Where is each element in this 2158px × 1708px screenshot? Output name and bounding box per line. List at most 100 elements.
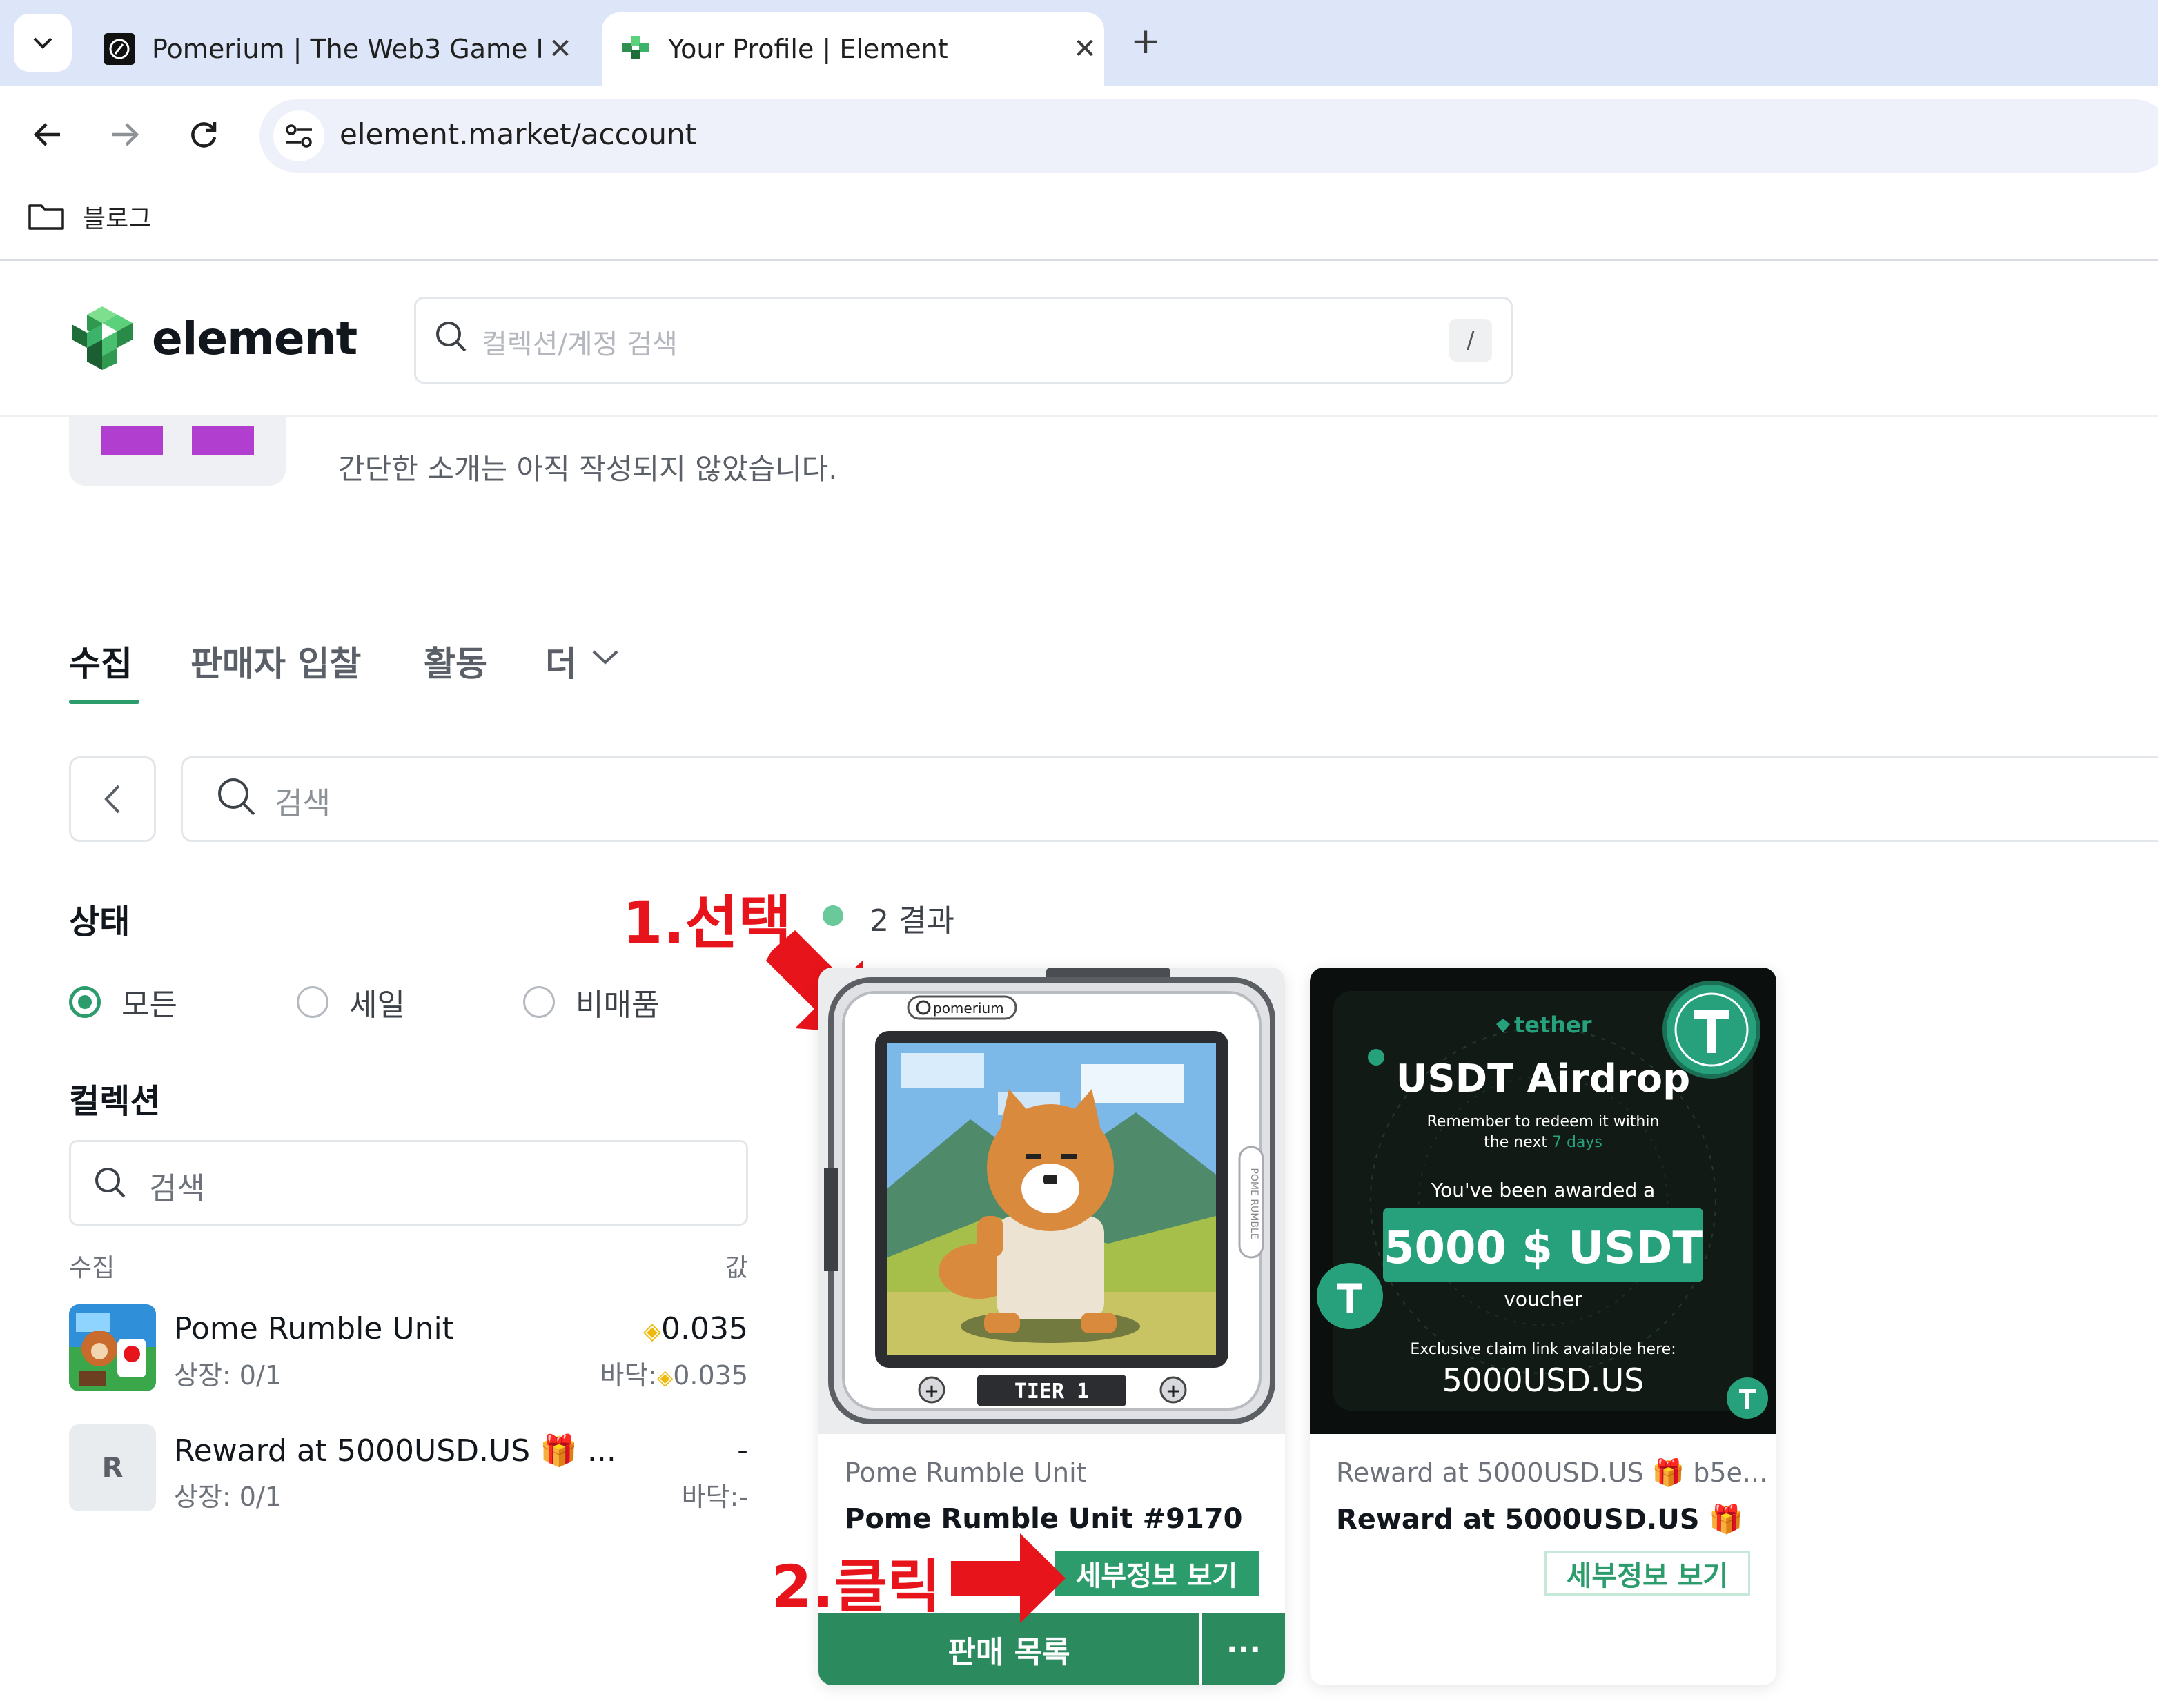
active-tab-indicator: [69, 700, 139, 704]
usdt-amount: 5000 $ USDT: [1384, 1223, 1703, 1274]
bookmark-folder-label: 블로그: [83, 205, 152, 233]
search-icon: [218, 778, 255, 816]
card-collection-name: Pome Rumble Unit: [845, 1457, 1087, 1488]
view-details-button[interactable]: 세부정보 보기: [1055, 1551, 1259, 1596]
element-favicon-icon: [622, 36, 649, 59]
reload-button[interactable]: [179, 110, 228, 159]
airdrop-line-1: Remember to redeem it within: [1427, 1113, 1660, 1130]
collection-thumbnail[interactable]: [69, 1304, 156, 1391]
collection-value: -: [737, 1433, 748, 1468]
bnb-icon: ◈: [643, 1317, 662, 1345]
pomerium-brand-text: pomerium: [933, 1000, 1004, 1017]
pomerium-favicon-icon: [104, 33, 135, 65]
chevron-down-icon[interactable]: [591, 647, 620, 667]
column-collected-label: 수집: [69, 1254, 115, 1282]
chevron-down-icon: [33, 37, 52, 49]
chevron-left-icon: [104, 785, 120, 814]
status-option-sale[interactable]: 세일: [297, 980, 405, 1024]
status-option-label: 세일: [349, 988, 405, 1023]
column-value-label: 값: [725, 1254, 748, 1282]
tier-label: TIER 1: [1014, 1380, 1089, 1404]
side-text: POME RUMBLE: [1248, 1168, 1259, 1239]
collection-name[interactable]: Reward at 5000USD.US 🎁 ...: [174, 1433, 616, 1469]
bnb-icon: ◈: [657, 1366, 674, 1390]
avatar-pixel: [192, 426, 254, 455]
tab-title: Pomerium | The Web3 Game F: [152, 34, 541, 64]
tune-icon: [286, 124, 312, 148]
tab-title: Your Profile | Element: [668, 34, 948, 64]
status-option-label: 모든: [121, 988, 177, 1023]
status-option-not-for-sale[interactable]: 비매품: [523, 980, 659, 1024]
svg-text:+: +: [1166, 1381, 1181, 1402]
nft-image[interactable]: tether USDT Airdrop Remember to redeem i…: [1310, 968, 1776, 1434]
airdrop-headline: USDT Airdrop: [1396, 1057, 1690, 1101]
site-settings-button[interactable]: [273, 110, 324, 161]
card-item-name: Reward at 5000USD.US 🎁: [1336, 1504, 1744, 1535]
tab-collected[interactable]: 수집: [69, 636, 133, 686]
annotation-step-2: 2.클릭: [772, 1553, 941, 1620]
reload-icon: [191, 122, 217, 148]
status-heading: 상태: [69, 903, 130, 941]
element-logo[interactable]: element: [68, 304, 357, 373]
collapse-filters-button[interactable]: [69, 756, 156, 842]
items-search-input[interactable]: [181, 756, 2158, 842]
profile-bio: 간단한 소개는 아직 작성되지 않았습니다.: [338, 452, 838, 486]
browser-tab-element[interactable]: Your Profile | Element ✕: [602, 12, 1104, 86]
result-status-dot: [823, 905, 843, 926]
search-icon: [436, 322, 467, 352]
status-option-all[interactable]: 모든: [69, 980, 177, 1024]
tether-brand-text: tether: [1514, 1012, 1592, 1038]
annotation-arrow-icon: [951, 1533, 1066, 1623]
awarded-text: You've been awarded a: [1431, 1179, 1656, 1201]
forward-button[interactable]: [101, 110, 149, 159]
close-tab-icon[interactable]: ✕: [1066, 33, 1104, 65]
avatar-pixel: [101, 426, 163, 455]
brand-name: element: [152, 311, 357, 365]
more-options-button[interactable]: ···: [1202, 1613, 1285, 1685]
radio-icon: [523, 986, 555, 1018]
collection-listed: 상장: 0/1: [174, 1482, 282, 1512]
claim-text: Exclusive claim link available here:: [1410, 1341, 1676, 1358]
arrow-left-icon: [33, 123, 60, 146]
back-button[interactable]: [23, 110, 72, 159]
nft-card-usdt-reward[interactable]: tether USDT Airdrop Remember to redeem i…: [1310, 968, 1776, 1685]
search-shortcut-badge: /: [1449, 319, 1492, 362]
collection-listed: 상장: 0/1: [174, 1360, 282, 1391]
card-collection-name: Reward at 5000USD.US 🎁 b5e...: [1336, 1457, 1768, 1488]
collection-heading: 컬렉션: [69, 1082, 161, 1121]
close-tab-icon[interactable]: ✕: [541, 33, 580, 65]
radio-selected-icon: [69, 986, 101, 1018]
folder-icon: [28, 204, 64, 230]
tab-seller-offers[interactable]: 판매자 입찰: [190, 636, 361, 686]
bookmarks-bar: [0, 186, 2158, 261]
collection-thumbnail-initial[interactable]: R: [69, 1424, 156, 1511]
search-icon: [95, 1168, 126, 1198]
status-option-label: 비매품: [576, 988, 660, 1023]
collection-name[interactable]: Pome Rumble Unit: [174, 1311, 454, 1346]
card-item-name: Pome Rumble Unit #9170: [845, 1503, 1243, 1535]
element-logo-icon: [72, 306, 133, 370]
url-text[interactable]: element.market/account: [340, 117, 696, 151]
view-details-button[interactable]: 세부정보 보기: [1544, 1551, 1750, 1596]
collection-search-placeholder: 검색: [149, 1171, 205, 1206]
items-search-placeholder: 검색: [275, 786, 331, 821]
voucher-text: voucher: [1504, 1288, 1582, 1311]
tab-search-button[interactable]: [14, 14, 72, 72]
bookmark-folder[interactable]: 블로그: [28, 199, 151, 235]
radio-icon: [297, 986, 328, 1018]
collection-floor: 바닥:-: [681, 1482, 748, 1512]
new-tab-button[interactable]: +: [1124, 21, 1168, 65]
browser-tab-pomerium[interactable]: Pomerium | The Web3 Game F ✕: [90, 12, 580, 86]
tab-activity[interactable]: 활동: [424, 636, 487, 686]
collection-value: ◈0.035: [643, 1311, 748, 1346]
result-count: 2 결과: [870, 903, 954, 939]
tab-more[interactable]: 더: [545, 636, 577, 686]
pome-rumble-thumbnail-icon: [69, 1304, 156, 1391]
airdrop-line-2: the next 7 days: [1484, 1134, 1602, 1151]
list-for-sale-button[interactable]: 판매 목록: [818, 1613, 1199, 1685]
claim-site-text: 5000USD.US: [1442, 1362, 1645, 1399]
nft-image[interactable]: pomerium TIER 1 + + POME RUMBLE: [818, 968, 1285, 1434]
arrow-right-icon: [112, 123, 139, 146]
svg-text:+: +: [924, 1381, 939, 1402]
collection-floor: 바닥:◈0.035: [600, 1360, 748, 1391]
